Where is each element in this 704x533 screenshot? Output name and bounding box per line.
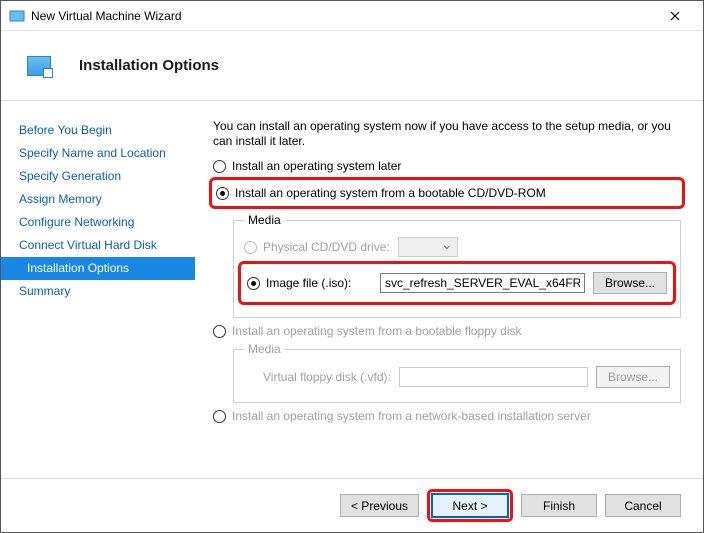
step-connect-vhd[interactable]: Connect Virtual Hard Disk <box>1 234 195 257</box>
close-icon <box>670 11 680 21</box>
option-label: Install an operating system from a boota… <box>232 324 522 338</box>
wizard-sidebar: Before You Begin Specify Name and Locati… <box>1 101 195 478</box>
wizard-body: Before You Begin Specify Name and Locati… <box>1 101 703 478</box>
option-install-later[interactable]: Install an operating system later <box>213 159 681 173</box>
floppy-media-group: Media Virtual floppy disk (.vfd): Browse… <box>233 342 681 403</box>
header-icon <box>27 56 51 76</box>
highlight-cddvd-option: Install an operating system from a boota… <box>209 177 685 209</box>
radio-icon <box>213 325 226 338</box>
radio-icon <box>216 187 229 200</box>
media-legend: Media <box>244 213 285 227</box>
option-label: Install an operating system from a netwo… <box>232 409 591 423</box>
step-configure-networking[interactable]: Configure Networking <box>1 211 195 234</box>
wizard-footer: < Previous Next > Finish Cancel <box>1 478 703 532</box>
browse-vfd-button: Browse... <box>596 366 670 388</box>
previous-button[interactable]: < Previous <box>340 494 419 517</box>
option-label: Install an operating system later <box>232 159 401 173</box>
intro-text: You can install an operating system now … <box>213 119 681 149</box>
next-button[interactable]: Next > <box>432 494 508 517</box>
option-physical-drive: Physical CD/DVD drive: <box>244 237 670 257</box>
finish-button[interactable]: Finish <box>521 494 597 517</box>
wizard-header: Installation Options <box>1 31 703 101</box>
option-install-cddvd[interactable]: Install an operating system from a boota… <box>216 186 678 200</box>
physical-drive-label: Physical CD/DVD drive: <box>263 240 390 254</box>
step-summary[interactable]: Summary <box>1 280 195 303</box>
radio-icon <box>244 241 257 254</box>
vfd-label: Virtual floppy disk (.vfd): <box>263 370 391 384</box>
radio-icon <box>213 160 226 173</box>
titlebar: New Virtual Machine Wizard <box>1 1 703 31</box>
image-file-input[interactable] <box>380 273 585 293</box>
app-icon <box>9 8 25 24</box>
browse-iso-button[interactable]: Browse... <box>593 272 667 294</box>
page-title: Installation Options <box>79 57 219 74</box>
close-button[interactable] <box>655 2 695 30</box>
radio-icon <box>213 410 226 423</box>
radio-icon <box>247 277 260 290</box>
option-image-file[interactable]: Image file (.iso): Browse... <box>247 272 667 294</box>
option-install-floppy: Install an operating system from a boota… <box>213 324 681 338</box>
step-specify-generation[interactable]: Specify Generation <box>1 165 195 188</box>
media-legend: Media <box>244 342 285 356</box>
step-assign-memory[interactable]: Assign Memory <box>1 188 195 211</box>
highlight-next: Next > <box>427 489 513 522</box>
wizard-window: New Virtual Machine Wizard Installation … <box>0 0 704 533</box>
cancel-button[interactable]: Cancel <box>605 494 681 517</box>
step-before-you-begin[interactable]: Before You Begin <box>1 119 195 142</box>
physical-drive-combo <box>398 237 458 257</box>
step-specify-name[interactable]: Specify Name and Location <box>1 142 195 165</box>
option-install-network: Install an operating system from a netwo… <box>213 409 681 423</box>
wizard-content: You can install an operating system now … <box>195 101 703 478</box>
vfd-input <box>399 367 588 387</box>
option-label: Install an operating system from a boota… <box>235 186 546 200</box>
option-vfd-file: Virtual floppy disk (.vfd): Browse... <box>244 366 670 388</box>
window-title: New Virtual Machine Wizard <box>31 9 655 23</box>
cddvd-media-group: Media Physical CD/DVD drive: Image file … <box>233 213 681 318</box>
image-file-label: Image file (.iso): <box>266 276 351 290</box>
highlight-image-row: Image file (.iso): Browse... <box>238 261 676 305</box>
step-installation-options[interactable]: Installation Options <box>1 257 195 280</box>
